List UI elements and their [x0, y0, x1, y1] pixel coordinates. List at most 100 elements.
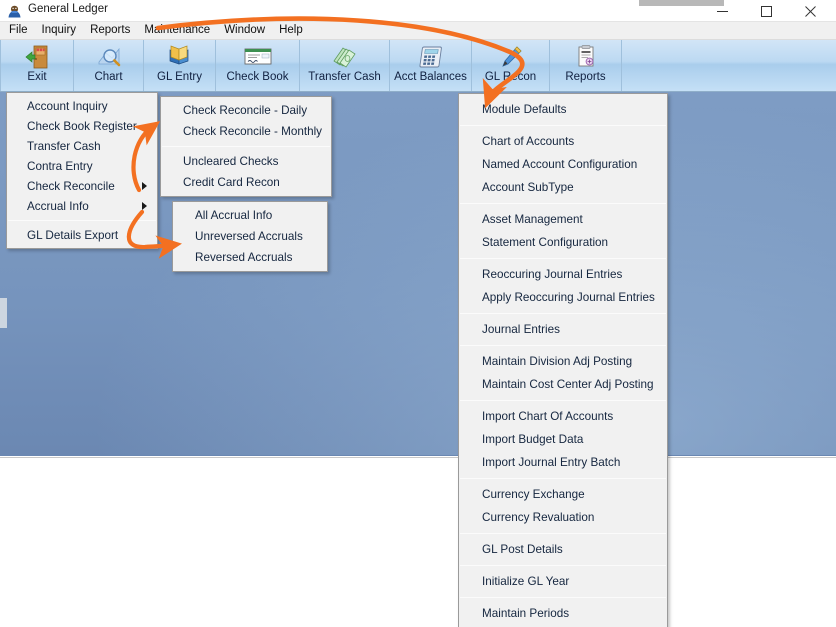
menu-item-import-chart-of-accounts[interactable]: Import Chart Of Accounts: [459, 405, 667, 428]
toolbar-label-chart: Chart: [94, 71, 122, 83]
menu-item-label: All Accrual Info: [195, 209, 272, 222]
exit-door-icon: [17, 43, 57, 70]
menu-item-asset-management[interactable]: Asset Management: [459, 208, 667, 231]
toolbar-label-gl-recon: GL Recon: [485, 71, 536, 83]
toolbar-label-gl-entry: GL Entry: [157, 71, 202, 83]
menu-item-label: Accrual Info: [27, 200, 89, 213]
menu-item-label: Apply Reoccuring Journal Entries: [482, 291, 655, 304]
mdi-left-edge-notch: [0, 298, 7, 328]
toolbar-button-chart[interactable]: Chart: [74, 40, 144, 91]
menu-item-initialize-gl-year[interactable]: Initialize GL Year: [459, 570, 667, 593]
minimize-icon[interactable]: [700, 0, 744, 22]
toolbar-button-check-book[interactable]: Check Book: [216, 40, 300, 91]
menu-item-import-journal-entry-batch[interactable]: Import Journal Entry Batch: [459, 451, 667, 474]
menu-item-check-reconcile-monthly[interactable]: Check Reconcile - Monthly: [161, 121, 331, 142]
menu-item-check-reconcile-daily[interactable]: Check Reconcile - Daily: [161, 100, 331, 121]
menu-item-gl-post-details[interactable]: GL Post Details: [459, 538, 667, 561]
calculator-icon: [411, 43, 451, 70]
close-icon[interactable]: [788, 0, 832, 22]
cash-fan-icon: [325, 43, 365, 70]
toolbar-button-gl-entry[interactable]: GL Entry: [144, 40, 216, 91]
menu-item-module-defaults[interactable]: Module Defaults: [459, 98, 667, 121]
menu-item-maintain-periods[interactable]: Maintain Periods: [459, 602, 667, 625]
menu-item-apply-reoccuring-journal-entries[interactable]: Apply Reoccuring Journal Entries: [459, 286, 667, 309]
menubar-item-maintenance[interactable]: Maintenance: [137, 22, 217, 40]
menu-separator: [460, 597, 666, 598]
chevron-right-icon: [142, 202, 147, 210]
toolbar-button-reports[interactable]: Reports: [550, 40, 622, 91]
menu-item-chart-of-accounts[interactable]: Chart of Accounts: [459, 130, 667, 153]
menu-item-label: GL Post Details: [482, 543, 563, 556]
menu-item-account-inquiry[interactable]: Account Inquiry: [7, 96, 157, 116]
menu-item-label: Check Reconcile - Daily: [183, 104, 307, 117]
menubar-item-reports[interactable]: Reports: [83, 22, 137, 40]
toolbar-button-gl-recon[interactable]: GL Recon: [472, 40, 550, 91]
menu-item-label: Check Reconcile: [27, 180, 115, 193]
menu-item-reversed-accruals[interactable]: Reversed Accruals: [173, 247, 327, 268]
menu-item-check-reconcile[interactable]: Check Reconcile: [7, 176, 157, 196]
menu-item-label: Currency Exchange: [482, 488, 585, 501]
menu-item-unreversed-accruals[interactable]: Unreversed Accruals: [173, 226, 327, 247]
menu-item-credit-card-recon[interactable]: Credit Card Recon: [161, 172, 331, 193]
ledger-app-icon: [7, 4, 22, 19]
menu-item-label: Journal Entries: [482, 323, 560, 336]
screenshot-root: General Ledger File Inquiry Reports Main…: [0, 0, 836, 627]
menu-separator: [460, 125, 666, 126]
menu-item-label: Chart of Accounts: [482, 135, 574, 148]
menu-separator: [162, 146, 330, 147]
toolbar-button-transfer-cash[interactable]: Transfer Cash: [300, 40, 390, 91]
menu-item-account-subtype[interactable]: Account SubType: [459, 176, 667, 199]
pencil-icon: [491, 43, 531, 70]
menubar-item-help[interactable]: Help: [272, 22, 310, 40]
menu-separator: [460, 345, 666, 346]
menubar-item-file[interactable]: File: [2, 22, 35, 40]
menu-item-label: Currency Revaluation: [482, 511, 594, 524]
menu-item-uncleared-checks[interactable]: Uncleared Checks: [161, 151, 331, 172]
toolbar-button-exit[interactable]: Exit: [0, 40, 74, 91]
menu-item-label: Check Reconcile - Monthly: [183, 125, 322, 138]
window-bottom-edge: [0, 455, 836, 458]
menu-item-maintain-cost-center-adj-posting[interactable]: Maintain Cost Center Adj Posting: [459, 373, 667, 396]
menu-item-transfer-cash[interactable]: Transfer Cash: [7, 136, 157, 156]
menu-item-label: Named Account Configuration: [482, 158, 637, 171]
cheque-icon: [238, 43, 278, 70]
window-title: General Ledger: [28, 3, 108, 15]
menu-item-journal-entries[interactable]: Journal Entries: [459, 318, 667, 341]
title-bar: General Ledger: [0, 0, 836, 22]
menu-item-label: Uncleared Checks: [183, 155, 279, 168]
menu-item-reoccuring-journal-entries[interactable]: Reoccuring Journal Entries: [459, 263, 667, 286]
menubar-item-inquiry[interactable]: Inquiry: [35, 22, 84, 40]
menu-item-currency-revaluation[interactable]: Currency Revaluation: [459, 506, 667, 529]
menu-item-all-accrual-info[interactable]: All Accrual Info: [173, 205, 327, 226]
menu-item-check-book-register[interactable]: Check Book Register: [7, 116, 157, 136]
menu-separator: [460, 565, 666, 566]
menu-item-label: Module Defaults: [482, 103, 566, 116]
menu-item-label: Maintain Cost Center Adj Posting: [482, 378, 654, 391]
report-document-icon: [566, 43, 606, 70]
menu-item-label: Import Journal Entry Batch: [482, 456, 620, 469]
menu-item-named-account-configuration[interactable]: Named Account Configuration: [459, 153, 667, 176]
menu-item-label: Account Inquiry: [27, 100, 108, 113]
menu-accrual-info: All Accrual Info Unreversed Accruals Rev…: [172, 201, 328, 272]
menu-item-label: Credit Card Recon: [183, 176, 280, 189]
menubar-item-window[interactable]: Window: [217, 22, 272, 40]
toolbar-empty-area: [622, 40, 836, 91]
menu-item-maintain-division-adj-posting[interactable]: Maintain Division Adj Posting: [459, 350, 667, 373]
toolbar-label-exit: Exit: [27, 71, 46, 83]
toolbar-button-acct-balances[interactable]: Acct Balances: [390, 40, 472, 91]
menu-separator: [460, 400, 666, 401]
menu-item-accrual-info[interactable]: Accrual Info: [7, 196, 157, 216]
menu-item-statement-configuration[interactable]: Statement Configuration: [459, 231, 667, 254]
menu-item-label: Reoccuring Journal Entries: [482, 268, 622, 281]
maximize-icon[interactable]: [744, 0, 788, 22]
chevron-right-icon: [142, 182, 147, 190]
menu-item-contra-entry[interactable]: Contra Entry: [7, 156, 157, 176]
menu-item-gl-details-export[interactable]: GL Details Export: [7, 225, 157, 245]
books-icon: [160, 43, 200, 70]
menu-item-label: Contra Entry: [27, 160, 93, 173]
menu-separator: [8, 220, 156, 221]
menu-item-currency-exchange[interactable]: Currency Exchange: [459, 483, 667, 506]
menu-item-label: Import Chart Of Accounts: [482, 410, 613, 423]
chart-magnifier-icon: [89, 43, 129, 70]
menu-item-import-budget-data[interactable]: Import Budget Data: [459, 428, 667, 451]
